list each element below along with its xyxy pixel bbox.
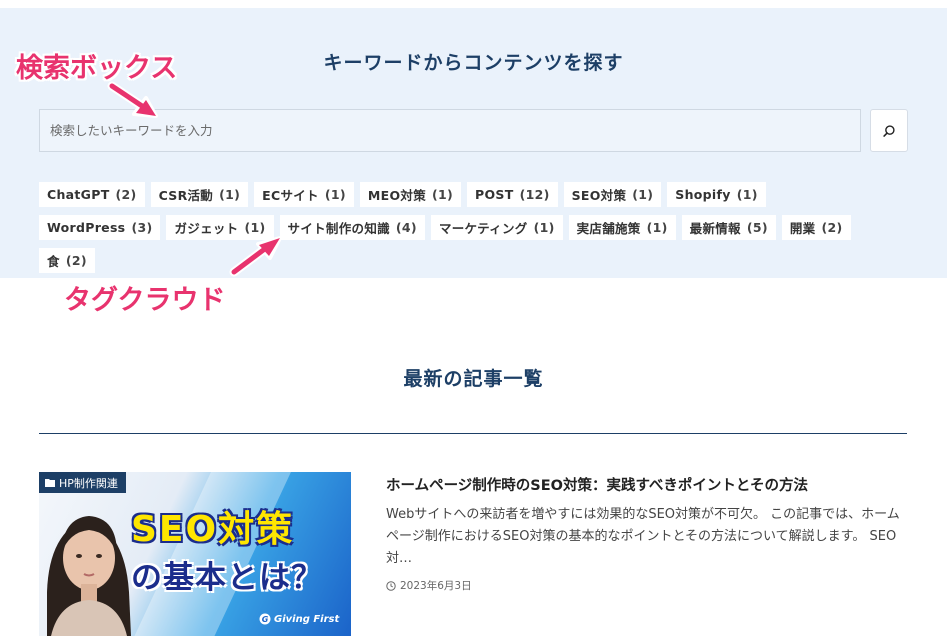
tag-wordpress[interactable]: WordPress (3) <box>39 215 161 240</box>
folder-icon <box>45 479 55 487</box>
clock-icon <box>386 580 396 591</box>
search-input[interactable] <box>39 109 861 152</box>
tag-marketing[interactable]: マーケティング (1) <box>430 215 563 240</box>
tag-post[interactable]: POST (12) <box>467 182 558 207</box>
article-excerpt: Webサイトへの来訪者を増やすには効果的なSEO対策が不可欠。 この記事では、ホ… <box>386 507 900 566</box>
search-form <box>39 109 908 152</box>
brand-logo-icon: G <box>259 613 271 625</box>
latest-articles-title: 最新の記事一覧 <box>403 368 544 390</box>
annotation-arrow-icon <box>229 236 282 277</box>
article-title[interactable]: ホームページ制作時のSEO対策：実践すべきポイントとその方法 <box>386 475 907 497</box>
tag-seo[interactable]: SEO対策 (1) <box>563 182 662 207</box>
annotation-tag-cloud: タグクラウド <box>64 285 226 316</box>
section-divider <box>39 433 907 434</box>
tag-site-knowledge[interactable]: サイト制作の知識 (4) <box>279 215 425 240</box>
tag-chatgpt[interactable]: ChatGPT (2) <box>39 182 145 207</box>
thumbnail-subheadline: の基本とは？ <box>131 560 323 596</box>
thumbnail-brand-logo: G Giving First <box>259 613 339 625</box>
tag-ec-site[interactable]: ECサイト (1) <box>254 182 354 207</box>
svg-text:G: G <box>262 615 269 624</box>
category-badge[interactable]: HP制作関連 <box>39 472 126 493</box>
tag-food[interactable]: 食 (2) <box>39 248 95 273</box>
annotation-arrow-icon <box>107 81 158 118</box>
thumbnail-headline: SEO対策 <box>131 509 295 550</box>
article-date: 2023年6月3日 <box>386 578 472 593</box>
tag-cloud: ChatGPT (2) CSR活動 (1) ECサイト (1) MEO対策 (1) PO… <box>39 182 879 273</box>
portrait-illustration <box>47 516 131 636</box>
tag-shopify[interactable]: Shopify (1) <box>667 182 766 207</box>
tag-latest-info[interactable]: 最新情報 (5) <box>681 215 776 240</box>
tag-meo[interactable]: MEO対策 (1) <box>359 182 462 207</box>
article-thumbnail[interactable]: HP制作関連 SEO対策 の基本とは？ G Giving First <box>39 472 351 636</box>
search-icon <box>883 124 895 137</box>
tag-opening[interactable]: 開業 (2) <box>781 215 851 240</box>
search-button[interactable] <box>870 109 908 152</box>
article-card[interactable]: HP制作関連 SEO対策 の基本とは？ G Giving First ホームペー… <box>39 472 907 643</box>
tag-store-measures[interactable]: 実店舗施策 (1) <box>568 215 676 240</box>
tag-csr[interactable]: CSR活動 (1) <box>150 182 249 207</box>
